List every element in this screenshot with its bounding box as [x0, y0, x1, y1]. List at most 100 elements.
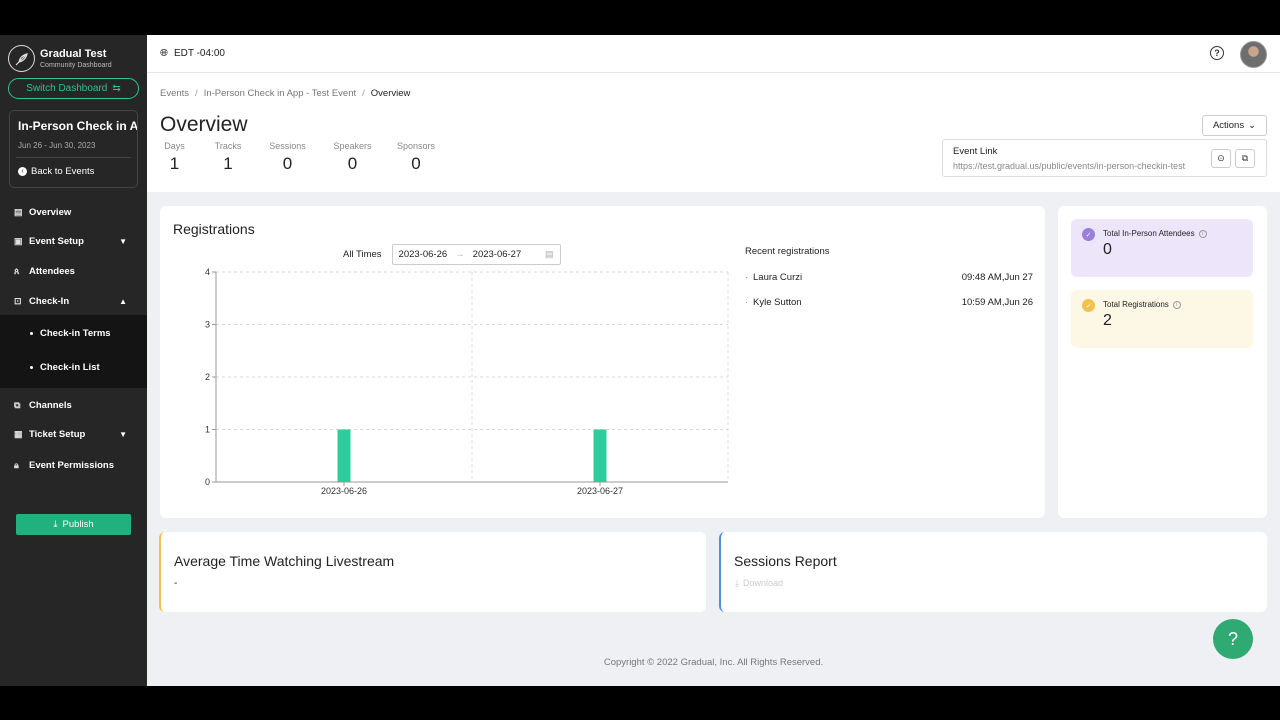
- check-in-submenu: [0, 315, 147, 388]
- total-attendees-value: 0: [1103, 241, 1112, 258]
- chevron-down-icon: ▼: [119, 429, 127, 439]
- stat-sponsors: Sponsors 0: [391, 141, 441, 174]
- recent-registrations-title: Recent registrations: [745, 246, 830, 257]
- lock-icon: 🔒︎: [14, 459, 19, 470]
- open-link-icon[interactable]: ⊙: [1211, 149, 1231, 168]
- sidebar-subitem-label: Check-in Terms: [40, 328, 111, 339]
- total-attendees-label-row: Total In-Person Attendees i: [1103, 229, 1207, 238]
- breadcrumb-events[interactable]: Events: [160, 88, 189, 99]
- stat-label: Days: [164, 141, 185, 151]
- main-content: 🌐︎ EDT -04:00 ? Events / In-Person Check…: [147, 35, 1280, 686]
- timezone-label: EDT -04:00: [174, 48, 225, 59]
- sessions-report-card: Sessions Report ⤓ Download: [719, 532, 1267, 612]
- bar: [593, 429, 607, 482]
- actions-label: Actions: [1212, 120, 1245, 131]
- sidebar-subitem-label: Check-in List: [40, 362, 100, 373]
- sidebar-subitem-check-in-list[interactable]: Check-in List: [30, 362, 100, 373]
- sessions-report-title: Sessions Report: [734, 553, 837, 569]
- bar: [337, 429, 351, 482]
- copy-icon[interactable]: ⧉: [1235, 149, 1255, 168]
- brand-subtitle: Community Dashboard: [40, 62, 112, 69]
- sidebar-item-overview[interactable]: ▤ Overview: [0, 201, 147, 223]
- sidebar-item-label: Event Setup: [29, 235, 84, 247]
- total-registrations-label-row: Total Registrations i: [1103, 300, 1181, 309]
- stat-sessions: Sessions 0: [265, 141, 310, 174]
- stat-label: Sessions: [269, 141, 306, 151]
- back-to-events-link[interactable]: ‹ Back to Events: [10, 158, 137, 177]
- top-bar: 🌐︎ EDT -04:00 ?: [147, 35, 1280, 73]
- publish-button[interactable]: ⤓ Publish: [16, 514, 131, 535]
- registration-time: 09:48 AM,Jun 27: [961, 272, 1033, 283]
- list-item: · Laura Curzi 09:48 AM,Jun 27: [745, 272, 1033, 283]
- registrations-icon: ✓: [1082, 299, 1095, 312]
- stat-value: 0: [282, 154, 293, 173]
- sidebar-item-event-setup[interactable]: ▣ Event Setup ▼: [0, 230, 147, 252]
- chevron-down-icon: ⌄: [1248, 120, 1257, 131]
- total-registrations-label: Total Registrations: [1103, 300, 1169, 309]
- app-window: Gradual Test Community Dashboard Switch …: [0, 35, 1280, 686]
- download-label: Download: [742, 578, 784, 588]
- sidebar-item-attendees[interactable]: ጰ Attendees: [0, 260, 147, 282]
- help-button[interactable]: ?: [1213, 619, 1253, 659]
- stat-value: 1: [169, 154, 180, 173]
- globe-icon: 🌐︎: [160, 48, 168, 59]
- average-watch-card: Average Time Watching Livestream -: [159, 532, 706, 612]
- sidebar-item-check-in[interactable]: ⊡ Check-In ▲: [0, 290, 147, 312]
- event-link-url[interactable]: https://test.gradual.us/public/events/in…: [953, 161, 1185, 171]
- event-link-label: Event Link: [953, 146, 998, 157]
- stat-tracks: Tracks 1: [208, 141, 248, 174]
- event-link-box: Event Link https://test.gradual.us/publi…: [942, 139, 1267, 177]
- avatar[interactable]: [1240, 41, 1267, 68]
- x-tick-label: 2023-06-27: [577, 486, 623, 496]
- switch-dashboard-button[interactable]: Switch Dashboard ⇆: [8, 78, 139, 99]
- sidebar-item-ticket-setup[interactable]: ▦ Ticket Setup ▼: [0, 423, 147, 445]
- stat-value: 0: [347, 154, 358, 173]
- summary-card: ✓ Total In-Person Attendees i 0 ✓ Total …: [1058, 206, 1267, 518]
- sidebar-item-label: Channels: [29, 399, 72, 411]
- sidebar-item-event-permissions[interactable]: 🔒︎ Event Permissions: [0, 454, 147, 476]
- timezone-selector[interactable]: 🌐︎ EDT -04:00: [160, 48, 225, 59]
- sidebar-subitem-check-in-terms[interactable]: Check-in Terms: [30, 328, 111, 339]
- registrations-chart: 0 1 2 3 4 2023-06-26 2023-06-27: [205, 267, 729, 496]
- publish-label: Publish: [62, 519, 94, 530]
- stat-label: Sponsors: [396, 141, 436, 151]
- chevron-down-icon: ▼: [119, 236, 127, 246]
- download-icon: ⤓: [53, 519, 58, 530]
- breadcrumb: Events / In-Person Check in App - Test E…: [160, 88, 410, 99]
- breadcrumb-separator: /: [195, 88, 198, 99]
- overview-icon: ▤: [14, 206, 23, 217]
- total-attendees-label: Total In-Person Attendees: [1103, 229, 1195, 238]
- bullet: ·: [745, 272, 749, 283]
- event-stats: Days 1 Tracks 1 Sessions 0 Speakers 0 Sp…: [162, 141, 441, 174]
- total-attendees-box: ✓ Total In-Person Attendees i 0: [1071, 219, 1253, 277]
- stat-value: 1: [223, 154, 233, 173]
- page-header: Events / In-Person Check in App - Test E…: [147, 73, 1280, 192]
- sidebar-item-channels[interactable]: ⧉ Channels: [0, 394, 147, 416]
- help-icon[interactable]: ?: [1210, 46, 1224, 60]
- y-tick-label: 2: [205, 372, 210, 382]
- attendees-icon: ✓: [1082, 228, 1095, 241]
- registrant-name: Kyle Sutton: [753, 297, 802, 308]
- breadcrumb-current: Overview: [370, 88, 411, 99]
- event-dates: Jun 26 - Jun 30, 2023: [18, 141, 96, 150]
- download-link[interactable]: ⤓ Download: [735, 578, 783, 589]
- info-icon[interactable]: i: [1198, 229, 1207, 238]
- breadcrumb-event[interactable]: In-Person Check in App - Test Event: [204, 88, 356, 99]
- channels-icon: ⧉: [14, 399, 21, 410]
- total-registrations-value: 2: [1103, 312, 1112, 329]
- info-icon[interactable]: i: [1172, 300, 1181, 309]
- y-tick-label: 0: [205, 477, 210, 487]
- x-tick-label: 2023-06-26: [321, 486, 367, 496]
- swap-arrows-icon: ⇆: [112, 83, 121, 94]
- bullet: [30, 332, 33, 335]
- brand-name: Gradual Test: [40, 48, 107, 60]
- stat-days: Days 1: [162, 141, 187, 174]
- bullet: [30, 366, 33, 369]
- stat-speakers: Speakers 0: [330, 141, 375, 174]
- switch-dashboard-label: Switch Dashboard: [26, 83, 108, 94]
- page-title: Overview: [160, 113, 248, 136]
- actions-dropdown[interactable]: Actions ⌄: [1202, 115, 1267, 136]
- sidebar-item-label: Check-In: [29, 295, 70, 307]
- checkin-icon: ⊡: [14, 295, 22, 306]
- brand[interactable]: Gradual Test Community Dashboard: [8, 45, 112, 72]
